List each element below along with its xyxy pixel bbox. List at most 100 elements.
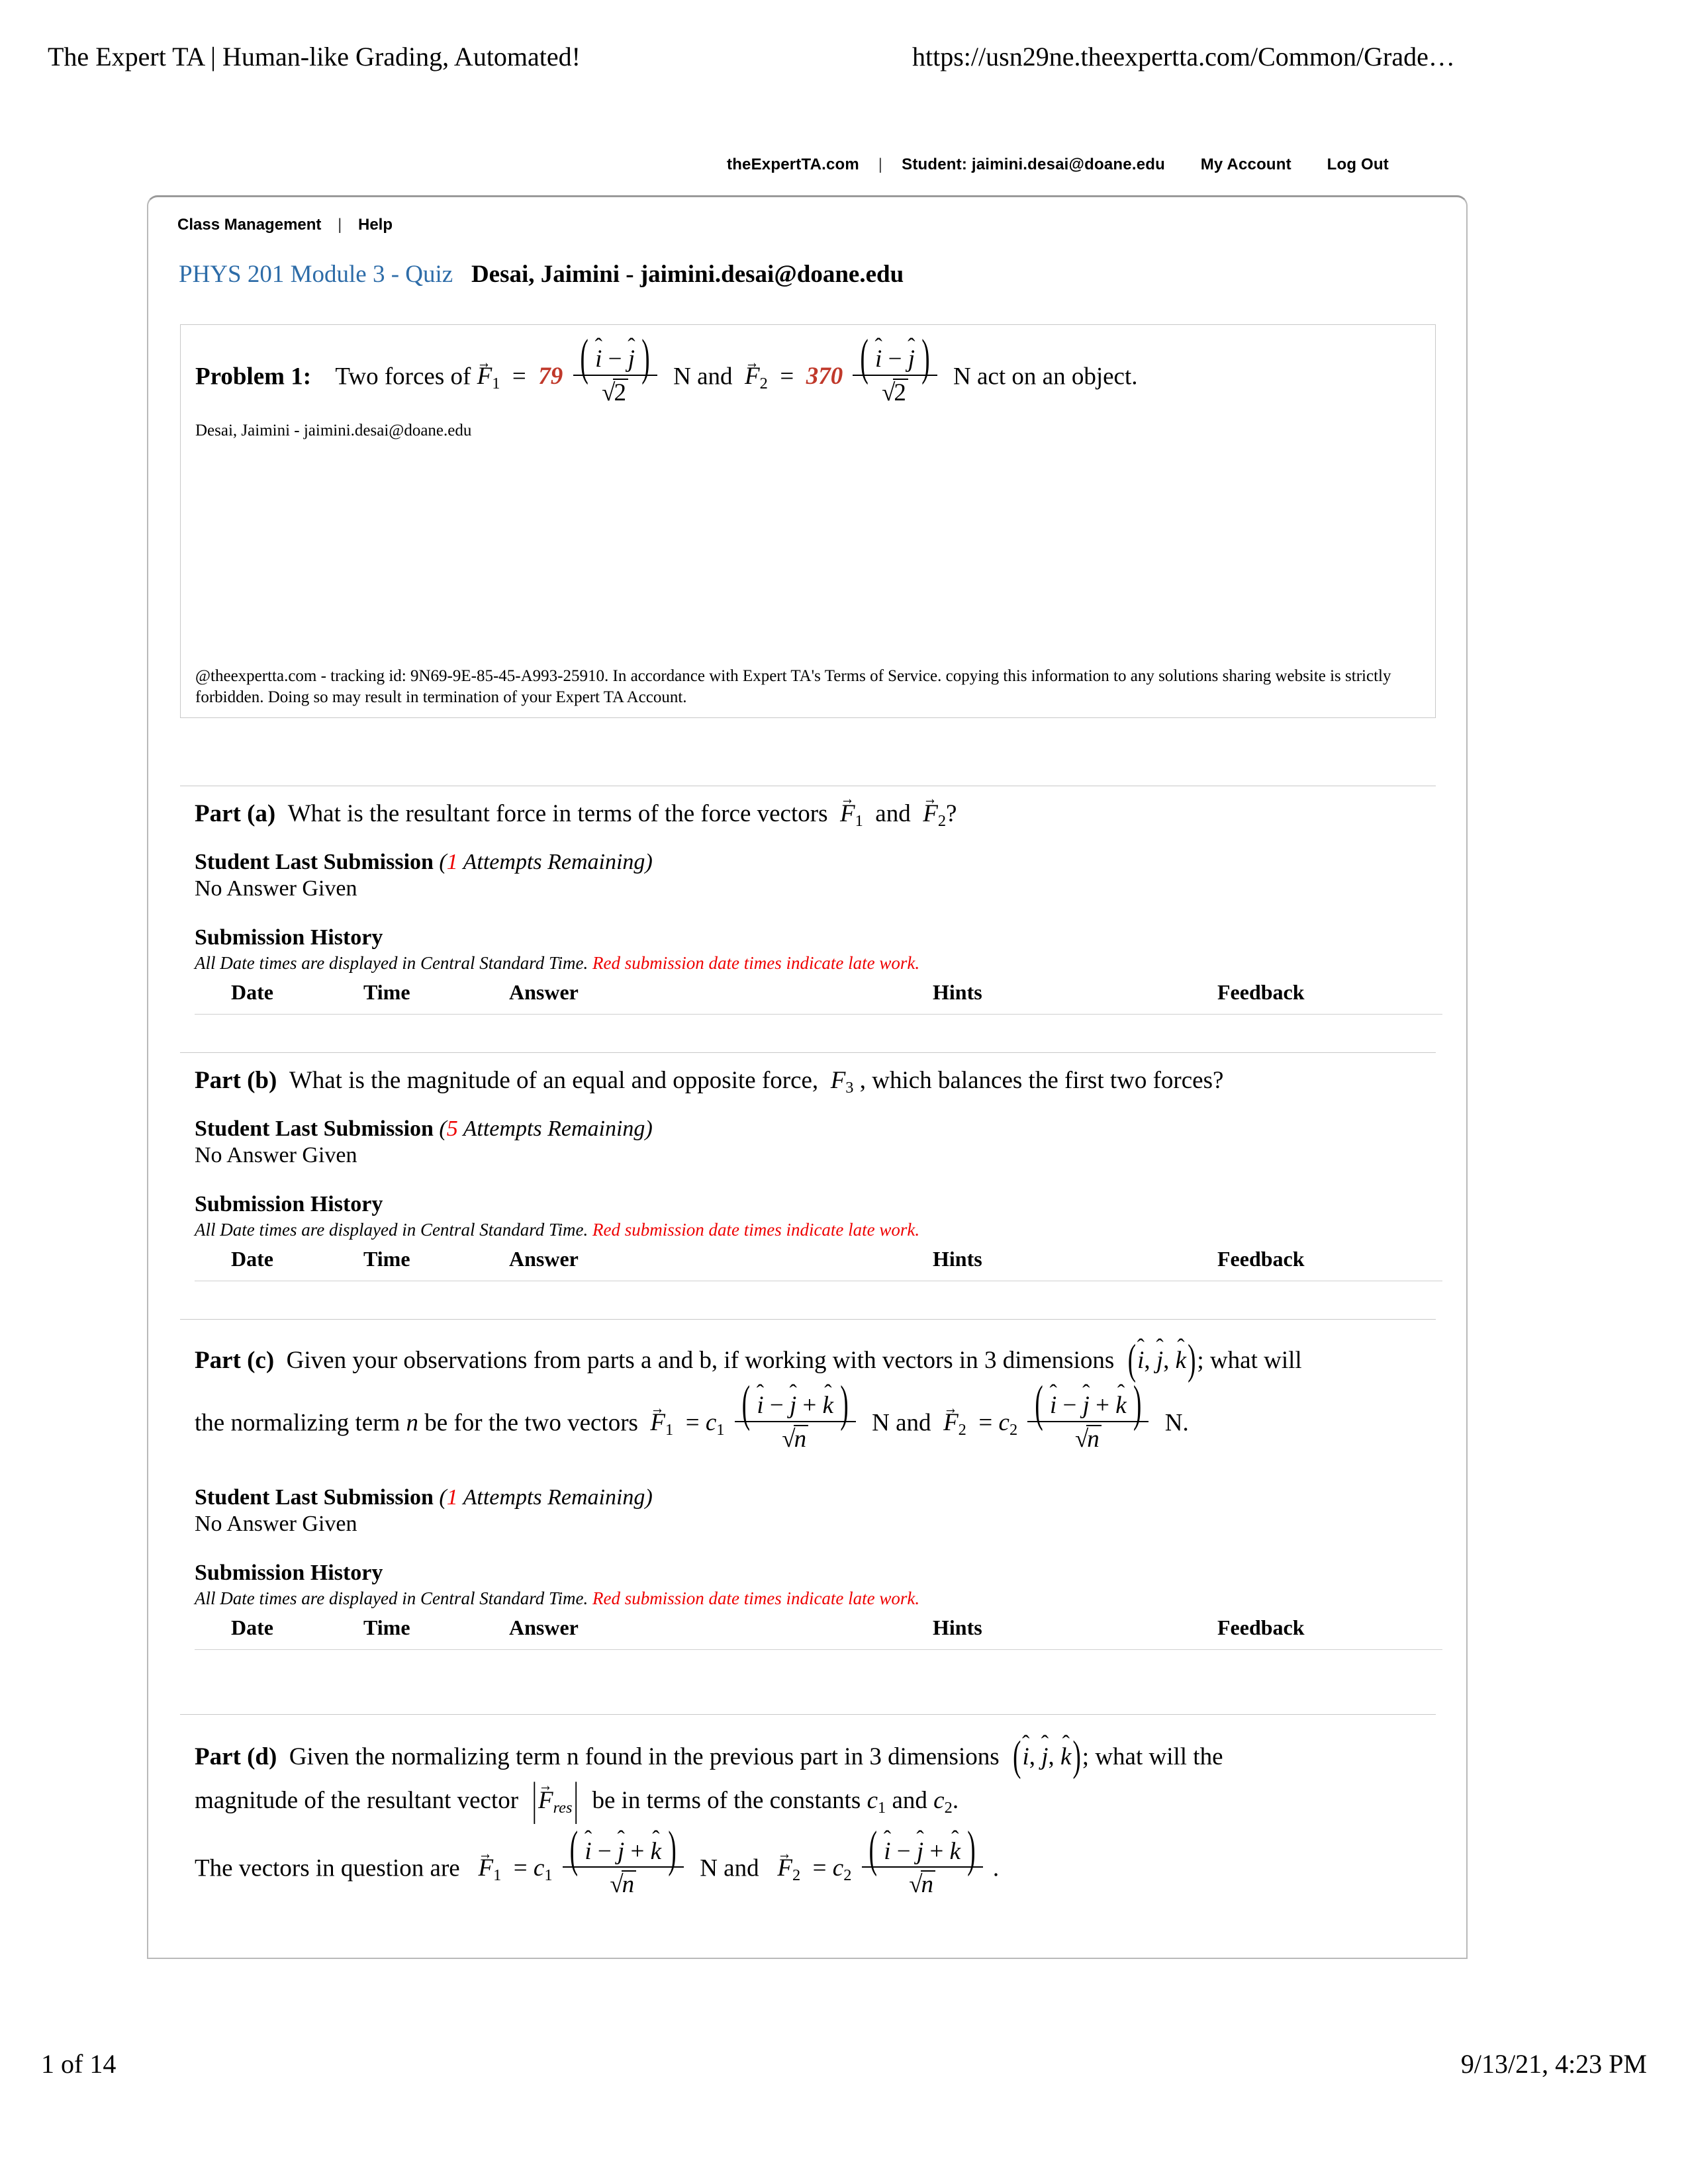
assignment-title-row: PHYS 201 Module 3 - Quiz Desai, Jaimini …	[179, 260, 904, 289]
part-c-block: Part (c) Given your observations from pa…	[180, 1319, 1442, 1683]
part-c-last-submission: Student Last Submission (1 Attempts Rema…	[195, 1484, 653, 1510]
part-d-question-line2: magnitude of the resultant vector |Fres|…	[195, 1770, 1436, 1825]
part-a-sls-label: Student Last Submission	[195, 850, 434, 875]
col-time: Time	[363, 1246, 509, 1282]
problem-label: Problem 1:	[195, 363, 312, 390]
col-answer: Answer	[509, 1246, 933, 1282]
footer-page-number: 1 of 14	[41, 2049, 117, 2079]
part-d-line3-mid: N and	[700, 1854, 759, 1882]
col-feedback: Feedback	[1217, 979, 1442, 1015]
problem-statement: Problem 1: Two forces of F1 = 79 ( i − j…	[181, 325, 1435, 415]
formula-d-f2: F2 = c2 ( i − j + k ) √n	[765, 1824, 993, 1897]
part-d-block: Part (d) Given the normalizing term n fo…	[180, 1714, 1436, 1960]
part-c-history-table: Date Time Answer Hints Feedback	[195, 1614, 1442, 1679]
part-a-attempts: 1	[446, 850, 458, 875]
print-header-title: The Expert TA | Human-like Grading, Auto…	[48, 42, 581, 71]
part-c-question: Part (c) Given your observations from pa…	[195, 1320, 1436, 1383]
part-d-line1-suffix: ; what will the	[1082, 1743, 1223, 1770]
part-c-question-line2: the normalizing term n be for the two ve…	[195, 1374, 1436, 1455]
problem-student-stamp: Desai, Jaimini - jaimini.desai@doane.edu	[195, 422, 472, 439]
part-d-line2-suffix: be in terms of the constants	[592, 1786, 867, 1814]
col-answer: Answer	[509, 1614, 933, 1650]
print-footer: 1 of 14 9/13/21, 4:23 PM	[0, 2048, 1688, 2088]
col-time: Time	[363, 979, 509, 1015]
part-c-answer: No Answer Given	[195, 1511, 357, 1536]
nav-separator: |	[338, 216, 342, 234]
table-row-empty	[195, 1281, 1442, 1311]
problem-text-end: N act on an object.	[953, 363, 1138, 390]
part-b-tz-text: All Date times are displayed in Central …	[195, 1220, 588, 1240]
part-b-sls-label: Student Last Submission	[195, 1116, 434, 1142]
part-b-block: Part (b) What is the magnitude of an equ…	[180, 1052, 1442, 1289]
f2-coefficient: 370	[806, 363, 843, 390]
problem-text-lead: Two forces of	[335, 363, 471, 390]
part-c-line1-suffix: ; what will	[1197, 1347, 1302, 1374]
part-a-late-text: Red submission date times indicate late …	[592, 953, 920, 974]
part-c-label: Part (c)	[195, 1347, 275, 1374]
part-c-tz-note: All Date times are displayed in Central …	[195, 1586, 1436, 1609]
part-a-label: Part (a)	[195, 800, 276, 827]
formula-d-f1: F1 = c1 ( i − j + k ) √n	[466, 1824, 694, 1897]
part-b-label: Part (b)	[195, 1067, 277, 1094]
f2-fraction: ( i − j ) √2	[853, 332, 937, 406]
part-d-label: Part (d)	[195, 1743, 277, 1770]
col-answer: Answer	[509, 979, 933, 1015]
part-b-answer: No Answer Given	[195, 1143, 357, 1168]
part-a-question: Part (a) What is the resultant force in …	[195, 786, 1436, 830]
col-feedback: Feedback	[1217, 1246, 1442, 1282]
part-a-answer: No Answer Given	[195, 876, 357, 901]
panel-nav: Class Management | Help	[177, 216, 393, 234]
log-out-link[interactable]: Log Out	[1327, 156, 1389, 174]
print-header: The Expert TA | Human-like Grading, Auto…	[0, 41, 1688, 81]
table-header-row: Date Time Answer Hints Feedback	[195, 1246, 1442, 1282]
f1-coefficient: 79	[538, 363, 563, 390]
part-d-question: Part (d) Given the normalizing term n fo…	[195, 1715, 1436, 1780]
part-a-last-submission: Student Last Submission (1 Attempts Rema…	[195, 850, 653, 875]
top-utility-bar: theExpertTA.com | Student: jaimini.desai…	[0, 156, 1688, 178]
footer-timestamp: 9/13/21, 4:23 PM	[1460, 2049, 1647, 2079]
part-c-attempts: 1	[446, 1484, 458, 1510]
col-hints: Hints	[933, 1614, 1217, 1650]
part-d-question-line3: The vectors in question are F1 = c1 ( i …	[195, 1817, 1436, 1900]
my-account-link[interactable]: My Account	[1201, 156, 1291, 174]
formula-fres: |Fres|	[524, 1774, 586, 1825]
part-d-line1-prefix: Given the normalizing term n found in th…	[289, 1743, 1000, 1770]
part-b-history-table: Date Time Answer Hints Feedback	[195, 1246, 1442, 1310]
formula-f2: F2 = 370 ( i − j ) √2	[745, 332, 947, 406]
part-c-line2-prefix-a: the normalizing term	[195, 1409, 406, 1437]
part-b-attempts: 5	[446, 1116, 458, 1142]
topbar-separator: |	[878, 156, 883, 173]
assignment-student-name: Desai, Jaimini - jaimini.desai@doane.edu	[471, 261, 904, 288]
part-a-attempts-suffix: Attempts Remaining	[463, 850, 645, 875]
part-a-history-title: Submission History	[195, 925, 383, 950]
part-b-tz-note: All Date times are displayed in Central …	[195, 1217, 1436, 1240]
table-header-row: Date Time Answer Hints Feedback	[195, 1614, 1442, 1650]
site-link[interactable]: theExpertTA.com	[727, 156, 859, 174]
basis-3d-d: (i, j, k)	[1006, 1733, 1082, 1780]
col-time: Time	[363, 1614, 509, 1650]
part-b-late-text: Red submission date times indicate late …	[592, 1220, 920, 1240]
col-date: Date	[195, 1614, 363, 1650]
part-a-tz-note: All Date times are displayed in Central …	[195, 950, 1436, 974]
part-a-history-table: Date Time Answer Hints Feedback	[195, 979, 1442, 1044]
part-c-attempts-suffix: Attempts Remaining	[463, 1484, 645, 1510]
table-header-row: Date Time Answer Hints Feedback	[195, 979, 1442, 1015]
nav-help[interactable]: Help	[358, 216, 393, 234]
part-c-tz-text: All Date times are displayed in Central …	[195, 1588, 588, 1608]
col-hints: Hints	[933, 979, 1217, 1015]
part-c-line1-prefix: Given your observations from parts a and…	[286, 1347, 1115, 1374]
f1-fraction: ( i − j ) √2	[573, 332, 657, 406]
part-c-history-title: Submission History	[195, 1560, 383, 1585]
print-header-url: https://usn29ne.theexpertta.com/Common/G…	[912, 42, 1455, 71]
table-row-empty	[195, 1015, 1442, 1044]
col-date: Date	[195, 979, 363, 1015]
part-d-line3-prefix: The vectors in question are	[195, 1854, 460, 1882]
nav-class-management[interactable]: Class Management	[177, 216, 321, 234]
formula-f1: F1 = 79 ( i − j ) √2	[477, 332, 667, 406]
part-b-attempts-suffix: Attempts Remaining	[463, 1116, 645, 1142]
part-b-question: Part (b) What is the magnitude of an equ…	[195, 1067, 1224, 1097]
col-date: Date	[195, 1246, 363, 1282]
assignment-course-title[interactable]: PHYS 201 Module 3 - Quiz	[179, 261, 453, 288]
part-d-line2-prefix: magnitude of the resultant vector	[195, 1786, 519, 1814]
basis-3d-c: (i, j, k)	[1121, 1337, 1197, 1383]
